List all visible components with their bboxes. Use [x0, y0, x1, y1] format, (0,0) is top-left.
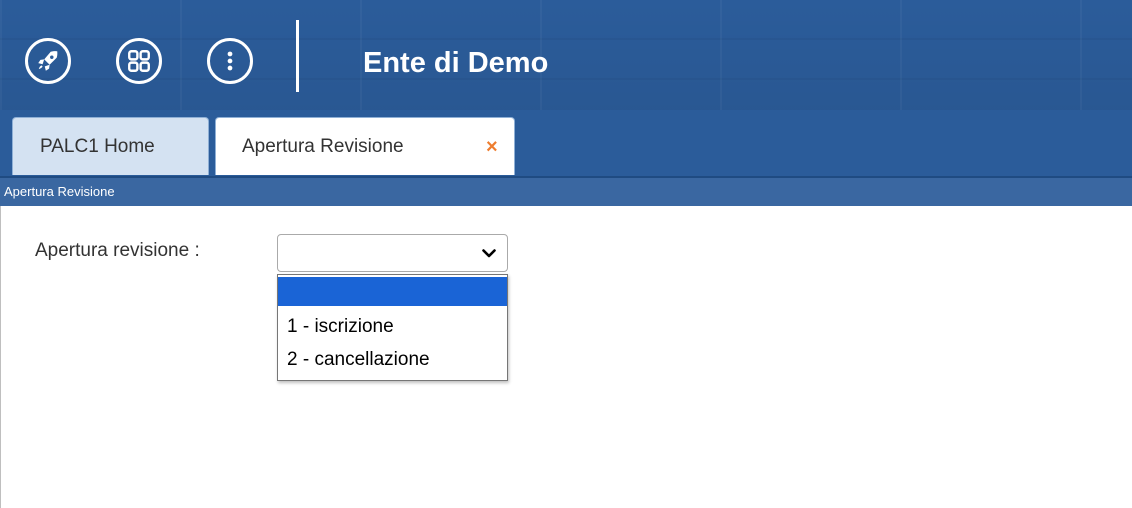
more-vertical-icon	[227, 51, 233, 71]
apps-grid-icon	[128, 50, 150, 72]
more-options-button[interactable]	[207, 38, 253, 84]
tab-apertura-revisione[interactable]: Apertura Revisione ×	[215, 117, 515, 175]
option-empty[interactable]	[278, 277, 507, 306]
select-dropdown-list: 1 - iscrizione 2 - cancellazione	[277, 274, 508, 381]
option-iscrizione[interactable]: 1 - iscrizione	[278, 312, 507, 341]
app-title: Ente di Demo	[363, 47, 549, 79]
header-divider	[296, 20, 299, 92]
tab-label: PALC1 Home	[40, 136, 155, 157]
apertura-revisione-label: Apertura revisione :	[35, 240, 200, 261]
chevron-down-icon	[482, 249, 496, 258]
close-icon[interactable]: ×	[486, 118, 498, 176]
launcher-button[interactable]	[25, 38, 71, 84]
tab-label: Apertura Revisione	[242, 136, 404, 157]
apps-button[interactable]	[116, 38, 162, 84]
apertura-revisione-select[interactable]	[277, 234, 508, 272]
breadcrumb: Apertura Revisione	[0, 176, 1132, 206]
rocket-icon	[38, 51, 58, 71]
option-cancellazione[interactable]: 2 - cancellazione	[278, 345, 507, 374]
tab-palc1-home[interactable]: PALC1 Home	[12, 117, 209, 175]
